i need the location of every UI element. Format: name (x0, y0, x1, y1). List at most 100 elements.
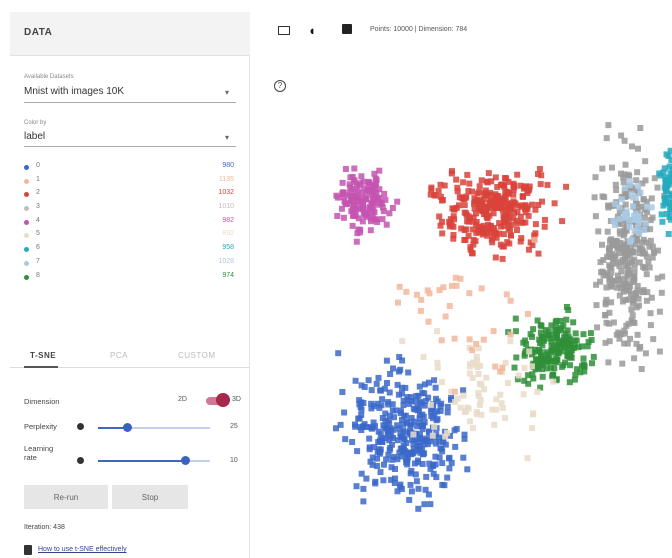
scatter-point[interactable] (481, 196, 488, 202)
scatter-point[interactable] (642, 250, 649, 257)
scatter-point[interactable] (603, 296, 610, 303)
scatter-point[interactable] (656, 348, 663, 355)
scatter-point[interactable] (403, 440, 410, 447)
scatter-point[interactable] (491, 421, 498, 428)
scatter-point[interactable] (635, 145, 641, 152)
scatter-point[interactable] (351, 165, 358, 172)
scatter-point[interactable] (612, 181, 619, 188)
scatter-point[interactable] (462, 408, 468, 415)
scatter-point[interactable] (615, 272, 621, 279)
scatter-point[interactable] (417, 431, 423, 438)
scatter-point[interactable] (522, 209, 529, 216)
scatter-point[interactable] (465, 188, 472, 194)
scatter-point[interactable] (397, 366, 404, 373)
scatter-point[interactable] (446, 465, 453, 472)
scatter-point[interactable] (391, 480, 398, 486)
scatter-point[interactable] (451, 335, 458, 342)
scatter-point[interactable] (352, 423, 359, 430)
scatter-point[interactable] (539, 198, 545, 205)
scatter-point[interactable] (659, 218, 666, 225)
scatter-point[interactable] (379, 396, 386, 403)
scatter-point[interactable] (497, 223, 504, 230)
scatter-point[interactable] (622, 296, 629, 303)
scatter-point[interactable] (452, 274, 459, 281)
scatter-point[interactable] (412, 406, 419, 413)
scatter-point[interactable] (460, 392, 467, 399)
scatter-point[interactable] (600, 257, 607, 263)
scatter-point[interactable] (636, 216, 643, 223)
scatter-point[interactable] (635, 183, 642, 190)
scatter-point[interactable] (467, 244, 474, 251)
scatter-point[interactable] (399, 390, 405, 397)
scatter-point[interactable] (659, 273, 666, 280)
scatter-point[interactable] (634, 169, 641, 176)
scatter-point[interactable] (512, 328, 519, 335)
scatter-point[interactable] (358, 382, 365, 389)
perplexity-slider-thumb[interactable] (122, 423, 132, 432)
scatter-point[interactable] (377, 469, 384, 476)
learning-rate-slider-thumb[interactable] (180, 456, 190, 465)
scatter-point[interactable] (499, 255, 506, 262)
scatter-point[interactable] (434, 328, 440, 335)
scatter-point[interactable] (492, 254, 499, 261)
scatter-point[interactable] (464, 466, 471, 473)
scatter-point[interactable] (505, 189, 512, 196)
scatter-point[interactable] (381, 461, 387, 468)
scatter-point[interactable] (597, 278, 603, 285)
scatter-point[interactable] (640, 196, 647, 203)
scatter-point[interactable] (349, 222, 356, 229)
scatter-point[interactable] (580, 355, 587, 362)
scatter-point[interactable] (470, 425, 476, 432)
scatter-point[interactable] (507, 331, 514, 338)
scatter-point[interactable] (662, 200, 669, 207)
scatter-point[interactable] (524, 455, 531, 462)
scatter-point[interactable] (456, 194, 463, 201)
scatter-point[interactable] (512, 315, 519, 322)
scatter-point[interactable] (377, 387, 384, 394)
scatter-point[interactable] (499, 181, 506, 188)
scatter-point[interactable] (476, 380, 483, 387)
scatter-point[interactable] (444, 409, 451, 416)
scatter-point[interactable] (567, 362, 574, 369)
scatter-point[interactable] (544, 181, 551, 188)
scatter-point[interactable] (518, 235, 525, 242)
scatter-point[interactable] (595, 228, 602, 235)
scatter-point[interactable] (561, 340, 568, 346)
scatter-point[interactable] (428, 413, 435, 419)
scatter-point[interactable] (525, 380, 532, 387)
scatter-point[interactable] (360, 485, 367, 492)
scatter-point[interactable] (639, 289, 646, 296)
rerun-button[interactable]: Re-run (24, 485, 108, 509)
scatter-point[interactable] (665, 231, 672, 237)
scatter-point[interactable] (593, 302, 600, 309)
dimension-toggle-knob[interactable] (216, 393, 230, 407)
scatter-point[interactable] (511, 364, 518, 371)
scatter-point[interactable] (387, 371, 394, 377)
scatter-point[interactable] (637, 189, 644, 196)
scatter-point[interactable] (442, 441, 449, 448)
scatter-point[interactable] (475, 371, 482, 377)
scatter-point[interactable] (463, 193, 470, 200)
scatter-point[interactable] (647, 322, 654, 329)
scatter-point[interactable] (638, 366, 645, 372)
scatter-point[interactable] (661, 165, 668, 172)
scatter-point[interactable] (662, 187, 669, 194)
scatter-point[interactable] (395, 299, 401, 306)
scatter-point[interactable] (572, 330, 579, 337)
scatter-point[interactable] (385, 432, 392, 438)
scatter-point[interactable] (432, 384, 439, 391)
scatter-point[interactable] (610, 319, 617, 326)
scatter-point[interactable] (618, 132, 625, 139)
scatter-point[interactable] (599, 241, 605, 248)
scatter-point[interactable] (449, 168, 455, 175)
scatter-point[interactable] (415, 505, 422, 512)
scatter-point[interactable] (658, 211, 665, 218)
scatter-point[interactable] (483, 374, 490, 381)
scatter-point[interactable] (423, 437, 430, 444)
scatter-point[interactable] (648, 195, 655, 202)
scatter-point[interactable] (337, 421, 344, 428)
scatter-point[interactable] (621, 137, 628, 144)
scatter-point[interactable] (590, 353, 597, 360)
scatter-point[interactable] (501, 197, 508, 204)
scatter-point[interactable] (530, 326, 537, 333)
